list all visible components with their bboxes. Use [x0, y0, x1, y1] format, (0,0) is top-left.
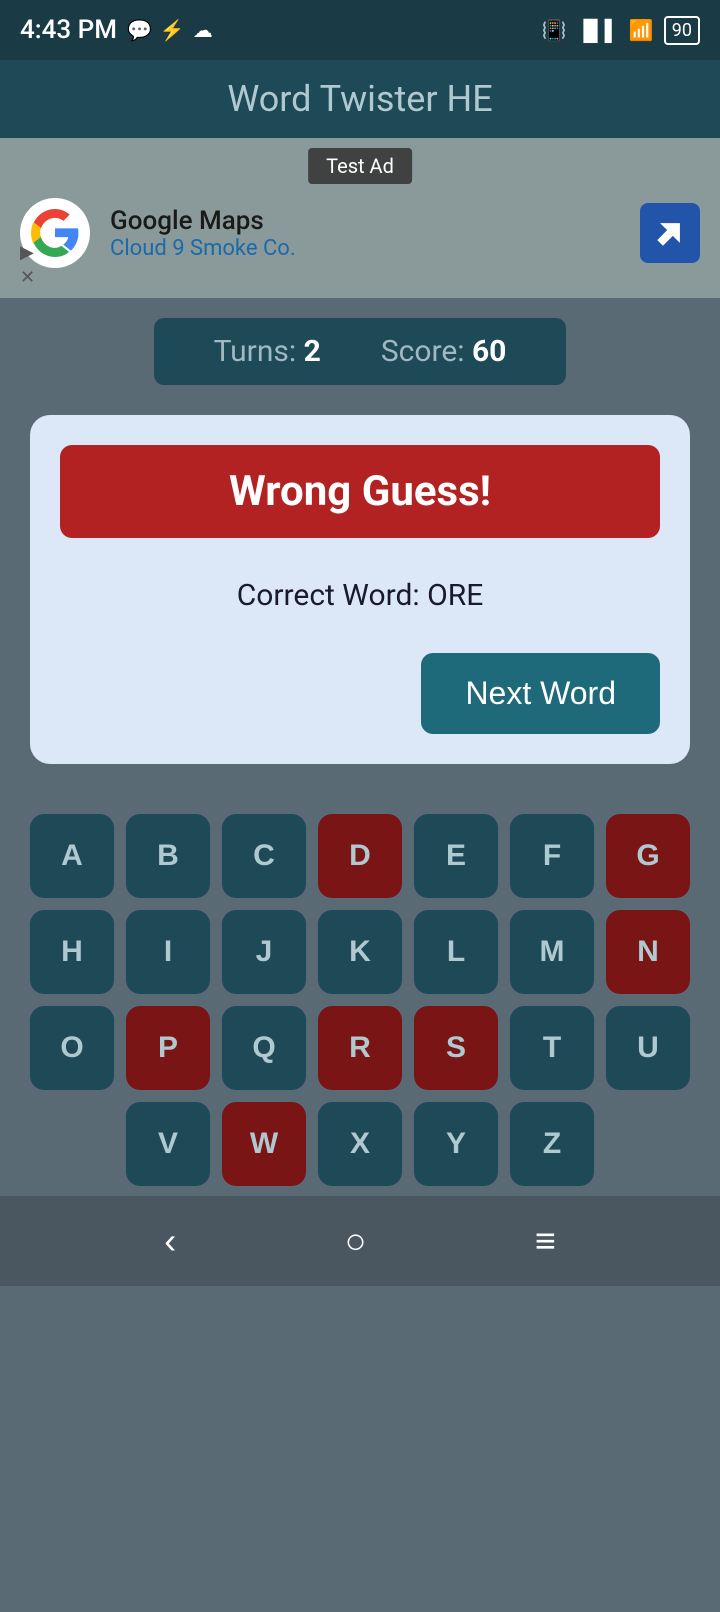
key-r[interactable]: R — [318, 1006, 402, 1090]
keyboard-row: HIJKLMN — [16, 910, 704, 994]
key-z[interactable]: Z — [510, 1102, 594, 1186]
key-o[interactable]: O — [30, 1006, 114, 1090]
key-i[interactable]: I — [126, 910, 210, 994]
ad-nav-icon[interactable] — [640, 203, 700, 263]
key-y[interactable]: Y — [414, 1102, 498, 1186]
whatsapp-icon: 💬 — [127, 18, 152, 42]
key-k[interactable]: K — [318, 910, 402, 994]
key-a[interactable]: A — [30, 814, 114, 898]
ad-banner[interactable]: Test Ad Google Maps Cloud 9 Smoke Co. ▶ … — [0, 138, 720, 298]
score-container: Turns: 2 Score: 60 — [154, 318, 567, 385]
key-s[interactable]: S — [414, 1006, 498, 1090]
key-d[interactable]: D — [318, 814, 402, 898]
cloud-icon: ☁ — [193, 18, 213, 42]
back-button[interactable]: ‹ — [164, 1220, 176, 1262]
key-x[interactable]: X — [318, 1102, 402, 1186]
wrong-guess-text: Wrong Guess! — [229, 467, 491, 516]
battery-icon: 90 — [664, 16, 700, 45]
key-j[interactable]: J — [222, 910, 306, 994]
key-v[interactable]: V — [126, 1102, 210, 1186]
direction-icon — [652, 215, 688, 251]
ad-controls: ▶ ✕ — [20, 242, 35, 288]
key-f[interactable]: F — [510, 814, 594, 898]
key-w[interactable]: W — [222, 1102, 306, 1186]
key-c[interactable]: C — [222, 814, 306, 898]
correct-word-text: Correct Word: ORE — [60, 568, 660, 623]
keyboard-row: VWXYZ — [16, 1102, 704, 1186]
next-word-row: Next Word — [60, 653, 660, 734]
next-word-button[interactable]: Next Word — [421, 653, 660, 734]
key-g[interactable]: G — [606, 814, 690, 898]
title-bar: Word Twister HE — [0, 60, 720, 138]
ad-subtitle: Cloud 9 Smoke Co. — [110, 236, 640, 261]
status-left: 4:43 PM 💬 ⚡ ☁ — [20, 15, 213, 45]
wrong-guess-banner: Wrong Guess! — [60, 445, 660, 538]
key-t[interactable]: T — [510, 1006, 594, 1090]
status-time: 4:43 PM — [20, 15, 117, 45]
ad-company: Google Maps — [110, 206, 640, 236]
key-q[interactable]: Q — [222, 1006, 306, 1090]
key-n[interactable]: N — [606, 910, 690, 994]
turns-label: Turns: 2 — [214, 334, 321, 369]
home-button[interactable]: ○ — [345, 1220, 367, 1262]
usb-icon: ⚡ — [160, 18, 185, 42]
dialog: Wrong Guess! Correct Word: ORE Next Word — [30, 415, 690, 764]
wifi-icon: 📶 — [629, 18, 654, 42]
score-value: 60 — [472, 334, 506, 369]
key-e[interactable]: E — [414, 814, 498, 898]
key-p[interactable]: P — [126, 1006, 210, 1090]
status-icons: 💬 ⚡ ☁ — [127, 18, 213, 42]
key-b[interactable]: B — [126, 814, 210, 898]
close-icon: ✕ — [20, 267, 35, 288]
app-title: Word Twister HE — [227, 78, 492, 120]
key-u[interactable]: U — [606, 1006, 690, 1090]
key-l[interactable]: L — [414, 910, 498, 994]
vibrate-icon: 📳 — [541, 18, 566, 42]
status-right: 📳 ▐▌▌ 📶 90 — [541, 16, 700, 45]
signal-icon: ▐▌▌ — [576, 18, 619, 43]
menu-button[interactable]: ≡ — [535, 1220, 556, 1262]
turns-value: 2 — [304, 334, 321, 369]
dialog-overlay: Wrong Guess! Correct Word: ORE Next Word — [0, 405, 720, 794]
score-label: Score: 60 — [381, 334, 507, 369]
nav-bar: ‹ ○ ≡ — [0, 1196, 720, 1286]
play-icon: ▶ — [20, 242, 35, 263]
google-logo-svg — [30, 208, 80, 258]
status-bar: 4:43 PM 💬 ⚡ ☁ 📳 ▐▌▌ 📶 90 — [0, 0, 720, 60]
keyboard-section: ABCDEFG HIJKLMN OPQRSTU VWXYZ — [0, 794, 720, 1196]
ad-label: Test Ad — [308, 148, 412, 184]
score-bar: Turns: 2 Score: 60 — [0, 298, 720, 405]
keyboard-row: ABCDEFG — [16, 814, 704, 898]
key-h[interactable]: H — [30, 910, 114, 994]
keyboard-row: OPQRSTU — [16, 1006, 704, 1090]
ad-content: Google Maps Cloud 9 Smoke Co. — [110, 206, 640, 261]
key-m[interactable]: M — [510, 910, 594, 994]
